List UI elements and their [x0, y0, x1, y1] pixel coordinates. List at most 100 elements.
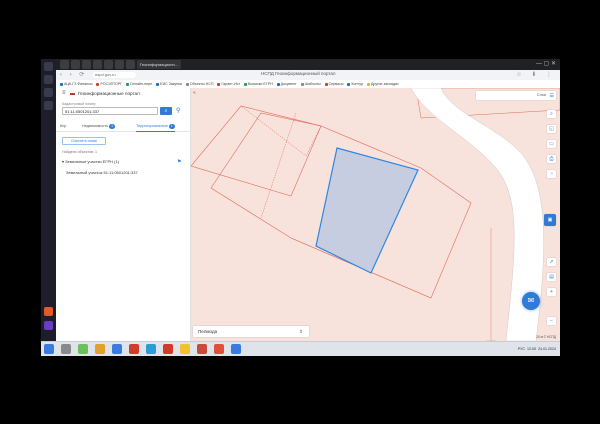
app-icon[interactable]	[44, 307, 53, 316]
tab[interactable]	[115, 60, 124, 69]
taskbar-app[interactable]	[231, 344, 241, 354]
taskbar: РУС 12:05 24.01.2024	[41, 341, 560, 356]
taskbar-app[interactable]	[214, 344, 224, 354]
bookmark-icon	[347, 82, 351, 86]
zoom-in-icon[interactable]: +	[547, 288, 556, 296]
os-sidebar	[41, 59, 56, 355]
taskbar-app[interactable]	[95, 344, 105, 354]
bookmark-icon	[217, 82, 221, 86]
tab[interactable]	[104, 60, 113, 69]
zoom-out-icon[interactable]: −	[547, 317, 556, 325]
parcel-boundary	[260, 112, 297, 219]
system-tray[interactable]: РУС 12:05 24.01.2024	[518, 342, 556, 356]
start-icon[interactable]	[44, 62, 53, 71]
nav-buttons[interactable]: ‹ › ⟳	[60, 71, 87, 78]
tab-territorial[interactable]: Территориальные 1	[136, 122, 175, 132]
tool-print-icon[interactable]: ⎙	[547, 155, 556, 163]
input-label: Кадастровый номер	[62, 102, 96, 106]
basemap-select[interactable]: Пелмода ⇕	[193, 326, 309, 337]
chevron-updown-icon: ⇕	[299, 329, 303, 334]
tab-kn[interactable]: Кнр	[60, 122, 66, 131]
taskbar-app[interactable]	[180, 344, 190, 354]
map-scale: 20 м © НСПД	[536, 335, 556, 339]
search-panel: ≡ Геоинформационные портал Кадастровый н…	[56, 88, 191, 341]
parcel-boundary	[240, 105, 322, 157]
bookmark-item[interactable]: Шаблоны	[300, 80, 321, 88]
taskbar-app[interactable]	[163, 344, 173, 354]
url-field[interactable]: nspd.gov.ru	[92, 72, 136, 78]
start-button[interactable]	[44, 344, 54, 354]
layers-button[interactable]: Слои	[476, 91, 556, 100]
result-row[interactable]: Земельный участок 51:11:0501201:337	[66, 170, 138, 175]
taskbar-app[interactable]	[146, 344, 156, 354]
chat-icon: ✉	[527, 296, 535, 305]
tool-fullscreen-icon[interactable]: ▤	[547, 273, 556, 281]
toolbar-icons[interactable]: ☆ ⬇ ⋮	[516, 71, 556, 78]
tray-clock[interactable]: 12:05	[527, 347, 536, 351]
bookmark-icon	[185, 82, 189, 86]
taskbar-app[interactable]	[61, 344, 71, 354]
bookmark-item[interactable]: Документ	[276, 80, 297, 88]
apps-icon[interactable]	[44, 88, 53, 97]
bookmark-item[interactable]: Другие закладки	[366, 80, 399, 88]
settings-icon[interactable]	[44, 101, 53, 110]
pin-icon[interactable]: ⚑	[177, 159, 181, 165]
road-boundary	[486, 228, 496, 341]
map-svg	[191, 88, 560, 341]
bookmark-icon	[276, 82, 280, 86]
chat-fab-button[interactable]: ✉	[522, 292, 540, 310]
bookmark-icon	[300, 82, 304, 86]
tool-measure-icon[interactable]: ▭	[547, 140, 556, 148]
taskbar-app[interactable]	[78, 344, 88, 354]
bookmark-icon	[366, 82, 370, 86]
bookmark-item[interactable]: Выписки ЕГРН	[244, 80, 273, 88]
selected-parcel[interactable]	[315, 147, 419, 274]
search-icon: ⌕	[164, 108, 168, 114]
bookmark-item[interactable]: Контур	[347, 80, 363, 88]
bookmark-item[interactable]: Гарант-Ист	[217, 80, 240, 88]
bookmark-item[interactable]: Объекты НСП	[185, 80, 213, 88]
page-title: НСПД Геоинформационный портал	[261, 71, 336, 76]
result-group[interactable]: ▾ Земельные участки ЕГРН (1)	[62, 159, 119, 164]
found-count: Найдено объектов: 1	[62, 150, 97, 154]
tab[interactable]	[82, 60, 91, 69]
window-controls[interactable]: — ▢ ✕	[536, 59, 556, 70]
bookmark-icon	[60, 82, 63, 86]
bookmark-item[interactable]: РОСЭЛТОРГ	[96, 80, 122, 88]
flag-icon	[70, 92, 75, 95]
filter-icon[interactable]: ⚲	[176, 107, 180, 115]
result-tabs: Кнр Недвижимость 1 Территориальные 1	[56, 122, 190, 132]
tool-info-icon[interactable]: ▣	[544, 214, 556, 226]
tool-share-icon[interactable]: ◔	[547, 170, 556, 178]
tool-ruler-icon[interactable]: ➚	[547, 258, 556, 266]
tab-realty[interactable]: Недвижимость 1	[82, 122, 116, 131]
bookmark-icon	[244, 82, 248, 86]
cadastral-search-input[interactable]: 51:11:0501201:337	[62, 107, 158, 115]
map-canvas[interactable]: « Слои ☰ ⌕ ◱ ▭ ⎙ ◔ ▣ ➚ ▤ + − ✉ Пелмода ⇕ …	[191, 88, 560, 341]
browser-tabbar: Геоинформационн... — ▢ ✕	[56, 59, 560, 70]
tab[interactable]	[60, 60, 69, 69]
menu-icon[interactable]: ≡	[62, 90, 66, 96]
bookmark-item[interactable]: Онлайн-пере	[126, 80, 152, 88]
clear-search-button[interactable]: Очистить поиск	[62, 137, 106, 145]
collapse-panel-icon[interactable]: «	[193, 90, 196, 96]
app-icon[interactable]	[44, 321, 53, 330]
parcel-boundary	[191, 105, 322, 197]
tray-lang[interactable]: РУС	[518, 347, 525, 351]
tab[interactable]	[126, 60, 135, 69]
taskbar-app[interactable]	[129, 344, 139, 354]
bookmark-item[interactable]: АЦК-ГЗ Финансы	[60, 80, 92, 88]
taskbar-app[interactable]	[112, 344, 122, 354]
bookmark-item[interactable]: Сервисы	[324, 80, 343, 88]
tray-date[interactable]: 24.01.2024	[538, 347, 556, 351]
taskbar-app[interactable]	[197, 344, 207, 354]
tab[interactable]	[71, 60, 80, 69]
search-icon[interactable]	[44, 75, 53, 84]
layers-icon: ☰	[549, 93, 554, 99]
search-button[interactable]: ⌕	[160, 107, 172, 115]
tab-active[interactable]: Геоинформационн...	[137, 60, 181, 69]
tool-layers-icon[interactable]: ◱	[547, 125, 556, 133]
tab[interactable]	[93, 60, 102, 69]
bookmark-item[interactable]: ЕИС Закупки	[156, 80, 182, 88]
tool-search-icon[interactable]: ⌕	[547, 110, 556, 118]
